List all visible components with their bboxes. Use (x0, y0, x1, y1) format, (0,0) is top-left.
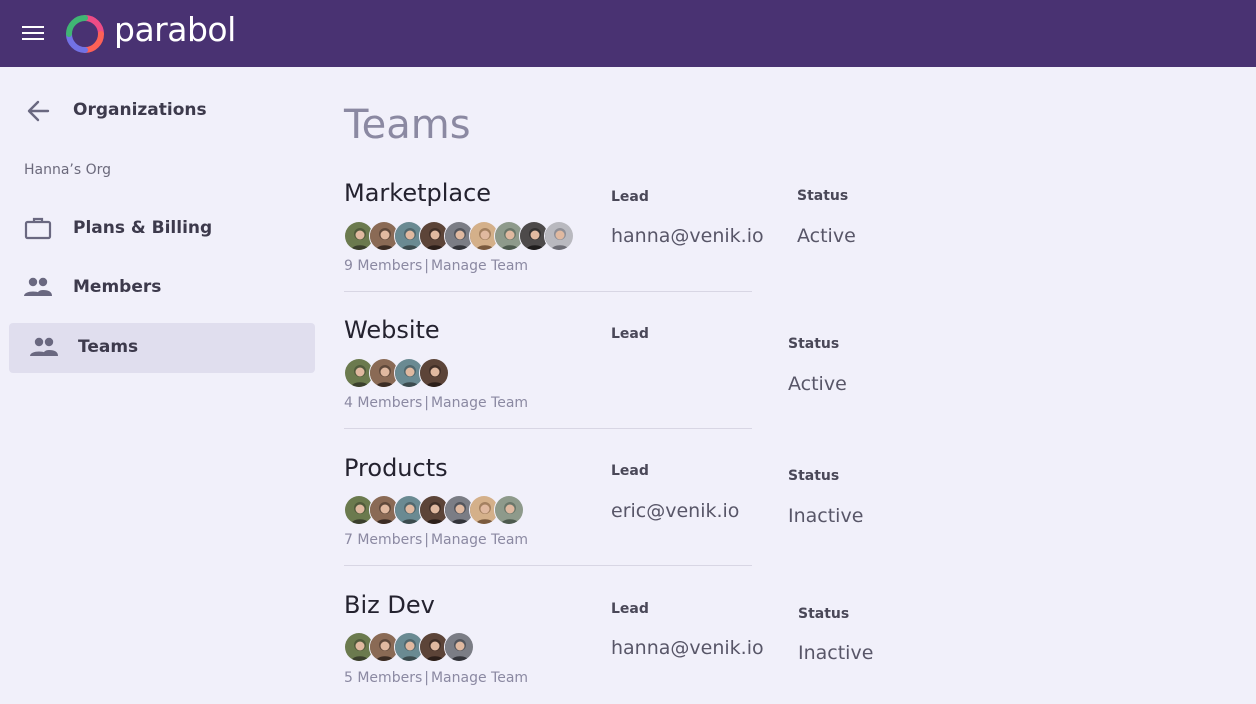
status-value: Inactive (798, 642, 874, 664)
lead-label: Lead (611, 326, 649, 342)
status-value: Inactive (788, 505, 864, 527)
lead-email: hanna@venik.io (611, 637, 764, 659)
status-label: Status (798, 606, 850, 622)
member-count: 5 Members (344, 670, 423, 686)
people-icon (30, 337, 58, 356)
manage-team-link[interactable]: Manage Team (431, 395, 528, 411)
team-name: Products (344, 454, 448, 482)
lead-email: hanna@venik.io (611, 225, 764, 247)
team-meta: 5 Members | Manage Team (344, 670, 529, 686)
member-count: 9 Members (344, 258, 423, 274)
team-name: Website (344, 316, 440, 344)
team-meta: 4 Members | Manage Team (344, 395, 529, 411)
sidebar-item-label: Members (73, 277, 162, 297)
member-count: 7 Members (344, 532, 423, 548)
status-label: Status (788, 468, 840, 484)
avatar[interactable] (444, 632, 474, 662)
status-label: Status (788, 336, 840, 352)
status-value: Active (797, 225, 856, 247)
hamburger-icon[interactable] (20, 22, 46, 44)
sidebar-item-label: Plans & Billing (73, 218, 213, 238)
team-meta: 7 Members | Manage Team (344, 532, 529, 548)
top-bar: parabol (0, 0, 1256, 67)
team-name: Marketplace (344, 179, 492, 207)
sidebar-item-teams[interactable]: Teams (9, 323, 315, 373)
team-name: Biz Dev (344, 591, 435, 619)
manage-team-link[interactable]: Manage Team (431, 532, 528, 548)
status-value: Active (788, 373, 847, 395)
arrow-back-icon[interactable] (22, 97, 56, 125)
avatar[interactable] (544, 221, 574, 251)
sidebar-item-label: Teams (78, 337, 139, 357)
people-icon (24, 277, 52, 296)
org-name: Hanna’s Org (24, 162, 112, 178)
organizations-link[interactable]: Organizations (73, 100, 207, 120)
avatar[interactable] (419, 358, 449, 388)
lead-label: Lead (611, 601, 649, 617)
manage-team-link[interactable]: Manage Team (431, 670, 528, 686)
divider (344, 291, 752, 292)
brand-name[interactable]: parabol (114, 10, 236, 49)
lead-email: eric@venik.io (611, 500, 740, 522)
member-count: 4 Members (344, 395, 423, 411)
divider (344, 565, 752, 566)
divider (344, 428, 752, 429)
avatar[interactable] (494, 495, 524, 525)
lead-label: Lead (611, 463, 649, 479)
lead-label: Lead (611, 189, 649, 205)
parabol-logo-icon[interactable] (66, 15, 104, 53)
status-label: Status (797, 188, 849, 204)
page-title: Teams (344, 102, 471, 148)
manage-team-link[interactable]: Manage Team (431, 258, 528, 274)
team-meta: 9 Members | Manage Team (344, 258, 529, 274)
briefcase-icon (24, 217, 52, 240)
sidebar-item-plans-billing[interactable]: Plans & Billing (9, 204, 315, 254)
sidebar-item-members[interactable]: Members (9, 263, 315, 313)
